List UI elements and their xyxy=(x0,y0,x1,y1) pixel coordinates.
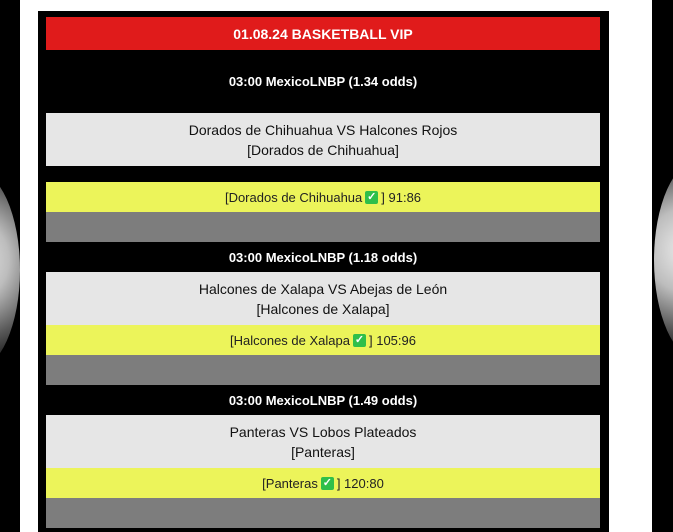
match-result: [Panteras ✓ ] 120:80 xyxy=(46,468,600,498)
result-score: ] 120:80 xyxy=(336,475,384,491)
match-teams-card: Dorados de Chihuahua VS Halcones Rojos [… xyxy=(46,113,600,166)
background-left xyxy=(0,0,20,532)
basketball-image-right xyxy=(654,160,673,360)
predictions-panel: 01.08.24 BASKETBALL VIP 03:00 MexicoLNBP… xyxy=(38,11,609,532)
result-team: [Halcones de Xalapa xyxy=(230,332,350,348)
match-result: [Dorados de Chihuahua ✓ ] 91:86 xyxy=(46,182,600,212)
match-info: 03:00 MexicoLNBP (1.18 odds) xyxy=(46,242,600,272)
match-teams: Panteras VS Lobos Plateados xyxy=(229,423,417,440)
match-pick: [Panteras] xyxy=(291,443,355,460)
result-team: [Panteras xyxy=(262,475,318,491)
match-teams-card: Panteras VS Lobos Plateados [Panteras] xyxy=(46,415,600,468)
match-info: 03:00 MexicoLNBP (1.49 odds) xyxy=(46,385,600,415)
match-teams-card: Halcones de Xalapa VS Abejas de León [Ha… xyxy=(46,272,600,325)
match-teams: Halcones de Xalapa VS Abejas de León xyxy=(198,280,448,297)
divider-bar xyxy=(46,498,600,528)
page-title: 01.08.24 BASKETBALL VIP xyxy=(46,17,600,50)
basketball-image-left xyxy=(0,170,20,370)
check-icon: ✓ xyxy=(365,190,379,204)
match-teams: Dorados de Chihuahua VS Halcones Rojos xyxy=(188,121,458,138)
check-icon: ✓ xyxy=(320,476,334,490)
divider-bar xyxy=(46,212,600,242)
background-right xyxy=(652,0,673,532)
result-score: ] 91:86 xyxy=(381,189,422,205)
result-score: ] 105:96 xyxy=(368,332,416,348)
check-icon: ✓ xyxy=(352,333,366,347)
match-info: 03:00 MexicoLNBP (1.34 odds) xyxy=(46,66,600,96)
divider-bar xyxy=(46,355,600,385)
match-result: [Halcones de Xalapa ✓ ] 105:96 xyxy=(46,325,600,355)
result-team: [Dorados de Chihuahua xyxy=(224,189,363,205)
match-pick: [Halcones de Xalapa] xyxy=(256,300,390,317)
match-pick: [Dorados de Chihuahua] xyxy=(247,141,399,158)
